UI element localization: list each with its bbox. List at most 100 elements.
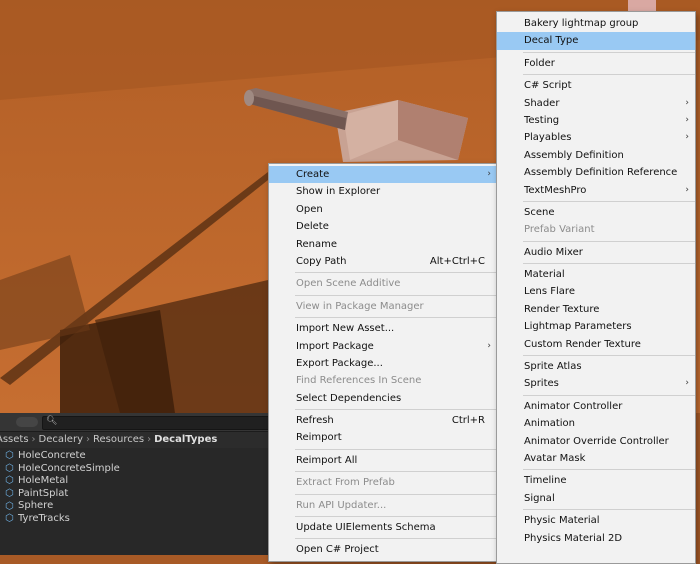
create-item-custom-render-texture[interactable]: Custom Render Texture	[497, 336, 695, 353]
menu-item-rename[interactable]: Rename	[269, 236, 497, 253]
menu-item-label: Physics Material 2D	[524, 532, 623, 544]
menu-item-label: Reimport All	[296, 454, 358, 466]
menu-item-export-package[interactable]: Export Package...	[269, 355, 497, 372]
menu-item-refresh[interactable]: Refresh Ctrl+R	[269, 412, 497, 429]
menu-separator	[523, 74, 695, 76]
menu-item-label: View in Package Manager	[296, 300, 424, 312]
create-item-bakery-lightmap-group[interactable]: Bakery lightmap group	[497, 15, 695, 32]
breadcrumb-item[interactable]: Resources	[93, 434, 144, 445]
menu-item-reimport[interactable]: Reimport	[269, 429, 497, 446]
create-item-signal[interactable]: Signal	[497, 490, 695, 507]
chevron-right-icon: ›	[487, 340, 491, 351]
chevron-right-icon: ›	[685, 184, 689, 195]
list-item[interactable]: ⬡ HoleConcreteSimple	[0, 463, 270, 476]
menu-item-label: Timeline	[524, 475, 567, 487]
search-input[interactable]: 🔍︎	[42, 416, 274, 430]
asset-name: TyreTracks	[18, 512, 70, 524]
create-item-decal-type[interactable]: Decal Type	[497, 32, 695, 50]
menu-item-label: Lens Flare	[524, 286, 575, 298]
menu-item-label: Reimport	[296, 432, 342, 444]
create-item-avatar-mask[interactable]: Avatar Mask	[497, 450, 695, 467]
menu-item-label: Signal	[524, 492, 555, 504]
menu-item-run-api-updater: Run API Updater...	[269, 497, 497, 514]
create-item-prefab-variant: Prefab Variant	[497, 221, 695, 238]
menu-item-label: Animator Override Controller	[524, 435, 669, 447]
list-item[interactable]: ⬡ Sphere	[0, 500, 270, 513]
menu-item-label: Testing	[524, 114, 560, 126]
create-item-render-texture[interactable]: Render Texture	[497, 301, 695, 318]
menu-item-label: Animator Controller	[524, 400, 623, 412]
create-item-sprites[interactable]: Sprites ›	[497, 375, 695, 392]
menu-separator	[523, 263, 695, 265]
create-item-animator-override-controller[interactable]: Animator Override Controller	[497, 433, 695, 450]
menu-item-import-package[interactable]: Import Package ›	[269, 338, 497, 355]
menu-item-find-references-in-scene: Find References In Scene	[269, 372, 497, 389]
menu-separator	[295, 294, 497, 296]
create-item-animation[interactable]: Animation	[497, 415, 695, 432]
create-item-c-script[interactable]: C# Script	[497, 77, 695, 94]
menu-item-label: Refresh	[296, 415, 334, 427]
prefab-cube-icon: ⬡	[5, 513, 14, 525]
create-item-physics-material-2d[interactable]: Physics Material 2D	[497, 530, 695, 547]
menu-item-label: Animation	[524, 418, 575, 430]
prefab-cube-icon: ⬡	[5, 475, 14, 487]
chevron-right-icon: ›	[685, 378, 689, 389]
menu-separator	[523, 469, 695, 471]
list-item[interactable]: ⬡ HoleMetal	[0, 475, 270, 488]
menu-item-create[interactable]: Create ›	[269, 166, 497, 184]
menu-item-label: Export Package...	[296, 357, 383, 369]
menu-item-extract-from-prefab: Extract From Prefab	[269, 474, 497, 491]
menu-item-copy-path[interactable]: Copy Path Alt+Ctrl+C	[269, 253, 497, 270]
toolbar-toggle[interactable]	[16, 417, 38, 427]
menu-item-label: Prefab Variant	[524, 224, 595, 236]
create-item-animator-controller[interactable]: Animator Controller	[497, 398, 695, 415]
list-item[interactable]: ⬡ TyreTracks	[0, 513, 270, 526]
create-item-lightmap-parameters[interactable]: Lightmap Parameters	[497, 318, 695, 335]
menu-item-label: Open	[296, 203, 323, 215]
create-item-lens-flare[interactable]: Lens Flare	[497, 283, 695, 300]
create-item-textmeshpro[interactable]: TextMeshPro ›	[497, 182, 695, 199]
menu-item-label: Rename	[296, 238, 338, 250]
create-item-timeline[interactable]: Timeline	[497, 472, 695, 489]
create-item-sprite-atlas[interactable]: Sprite Atlas	[497, 358, 695, 375]
create-item-shader[interactable]: Shader ›	[497, 95, 695, 112]
menu-item-open[interactable]: Open	[269, 201, 497, 218]
menu-separator	[523, 355, 695, 357]
menu-item-import-new-asset[interactable]: Import New Asset...	[269, 320, 497, 337]
menu-item-label: Lightmap Parameters	[524, 321, 632, 333]
create-item-folder[interactable]: Folder	[497, 55, 695, 72]
breadcrumb: Assets›Decalery›Resources›DecalTypes	[0, 432, 270, 448]
list-item[interactable]: ⬡ HoleConcrete	[0, 450, 270, 463]
context-menu: Create › Show in Explorer Open Delete Rename C…	[268, 163, 498, 562]
create-item-material[interactable]: Material	[497, 266, 695, 283]
menu-item-label: Audio Mixer	[524, 246, 583, 258]
menu-shortcut: Ctrl+R	[451, 415, 485, 427]
menu-item-delete[interactable]: Delete	[269, 218, 497, 235]
search-icon: 🔍︎	[46, 416, 58, 426]
menu-item-reimport-all[interactable]: Reimport All	[269, 452, 497, 469]
asset-name: PaintSplat	[18, 487, 69, 499]
create-item-assembly-definition[interactable]: Assembly Definition	[497, 147, 695, 164]
create-item-audio-mixer[interactable]: Audio Mixer	[497, 244, 695, 261]
menu-item-label: Show in Explorer	[296, 186, 381, 198]
menu-item-update-uielements-schema[interactable]: Update UIElements Schema	[269, 519, 497, 536]
asset-list: ⬡ HoleConcrete ⬡ HoleConcreteSimple ⬡ HoleM…	[0, 450, 270, 526]
menu-item-show-in-explorer[interactable]: Show in Explorer	[269, 183, 497, 200]
asset-name: HoleConcrete	[18, 450, 86, 461]
chevron-right-icon: ›	[685, 97, 689, 108]
create-item-assembly-definition-reference[interactable]: Assembly Definition Reference	[497, 164, 695, 181]
create-item-testing[interactable]: Testing ›	[497, 112, 695, 129]
breadcrumb-item[interactable]: Decalery	[39, 434, 83, 445]
create-item-playables[interactable]: Playables ›	[497, 129, 695, 146]
menu-item-open-c-project[interactable]: Open C# Project	[269, 541, 497, 558]
chevron-right-icon: ›	[86, 434, 90, 445]
prefab-cube-icon: ⬡	[5, 488, 14, 500]
list-item[interactable]: ⬡ PaintSplat	[0, 488, 270, 501]
menu-item-select-dependencies[interactable]: Select Dependencies	[269, 390, 497, 407]
menu-item-label: Sprites	[524, 378, 559, 390]
create-item-physic-material[interactable]: Physic Material	[497, 512, 695, 529]
create-submenu: Bakery lightmap group Decal Type Folder C# …	[496, 11, 696, 564]
breadcrumb-item[interactable]: Assets	[0, 434, 29, 445]
create-item-scene[interactable]: Scene	[497, 204, 695, 221]
menu-separator	[523, 51, 695, 53]
